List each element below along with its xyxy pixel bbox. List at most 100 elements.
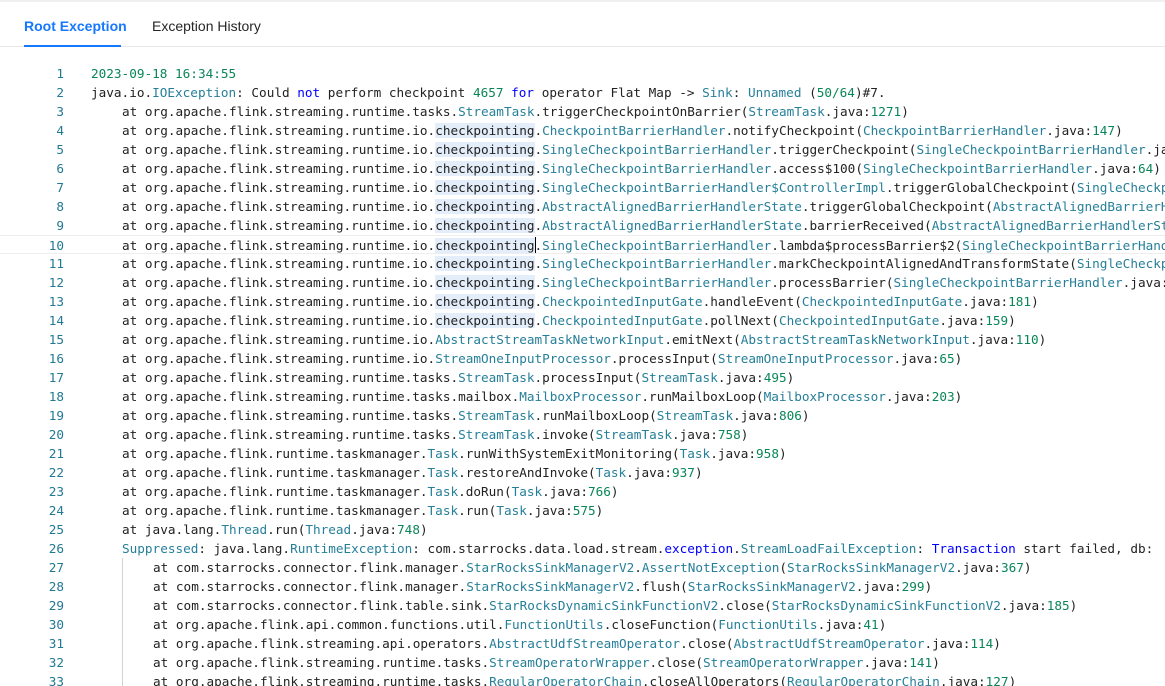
- code-line[interactable]: 8 at org.apache.flink.streaming.runtime.i…: [0, 197, 1165, 216]
- token: .java:: [542, 484, 588, 499]
- token: .handleEvent(: [702, 294, 802, 309]
- token: at org.apache.flink.streaming.runtime.io…: [122, 123, 436, 138]
- code-line[interactable]: 33 at org.apache.flink.streaming.runtime.…: [0, 672, 1165, 686]
- token: .java:: [955, 560, 1001, 575]
- token: .java:: [924, 636, 971, 651]
- token: at org.apache.flink.streaming.runtime.io…: [122, 294, 436, 309]
- line-number: 1: [56, 66, 64, 81]
- code-line[interactable]: 2 java.io.IOException: Could not perform …: [0, 83, 1165, 102]
- code-line[interactable]: 24 at org.apache.flink.runtime.taskmanage…: [0, 501, 1165, 520]
- tab-exception-history[interactable]: Exception History: [152, 3, 261, 46]
- code-line[interactable]: 10 at org.apache.flink.streaming.runtime.…: [0, 235, 1165, 254]
- code-line[interactable]: 12 at org.apache.flink.streaming.runtime.…: [0, 273, 1165, 292]
- token: 65: [939, 351, 955, 366]
- token: StreamOperatorWrapper: [703, 655, 864, 670]
- token: SingleCheckpointBarrierHandler: [1076, 180, 1165, 195]
- token: SingleCheckpointBarrierHandler$Controlle…: [542, 180, 886, 195]
- token: .run(: [267, 522, 306, 537]
- code-line[interactable]: 9 at org.apache.flink.streaming.runtime.i…: [0, 216, 1165, 235]
- line-text: at org.apache.flink.streaming.runtime.io…: [122, 159, 1161, 178]
- code-line[interactable]: 18 at org.apache.flink.streaming.runtime.…: [0, 387, 1165, 406]
- token: .closeAllOperators(: [641, 674, 788, 686]
- code-line[interactable]: 6 at org.apache.flink.streaming.runtime.i…: [0, 159, 1165, 178]
- line-text: at org.apache.flink.streaming.runtime.io…: [122, 236, 1165, 255]
- token: .flush(: [634, 579, 688, 594]
- code-line[interactable]: 3 at org.apache.flink.streaming.runtime.t…: [0, 102, 1165, 121]
- token: CheckpointBarrierHandler: [542, 123, 726, 138]
- token: .restoreAndInvoke(: [458, 465, 596, 480]
- code-line[interactable]: 13 at org.apache.flink.streaming.runtime.…: [0, 292, 1165, 311]
- code-line[interactable]: 26 Suppressed: java.lang.RuntimeException…: [0, 539, 1165, 558]
- line-number: 9: [56, 218, 64, 233]
- token: RegularOperatorChain: [787, 674, 940, 686]
- line-number: 17: [48, 370, 64, 385]
- token: ): [1008, 674, 1017, 686]
- code-line[interactable]: 15 at org.apache.flink.streaming.runtime.…: [0, 330, 1165, 349]
- code-line[interactable]: 19 at org.apache.flink.streaming.runtime.…: [0, 406, 1165, 425]
- token: )#7.: [854, 85, 886, 100]
- code-line[interactable]: 16 at org.apache.flink.streaming.runtime.…: [0, 349, 1165, 368]
- token: 181: [1008, 294, 1032, 309]
- token: .java:: [1046, 123, 1093, 138]
- token: :: [916, 541, 932, 556]
- code-line[interactable]: 7 at org.apache.flink.streaming.runtime.i…: [0, 178, 1165, 197]
- code-line[interactable]: 20 at org.apache.flink.streaming.runtime.…: [0, 425, 1165, 444]
- line-text: at com.starrocks.connector.flink.manager…: [153, 577, 932, 596]
- code-line[interactable]: 22 at org.apache.flink.runtime.taskmanage…: [0, 463, 1165, 482]
- token: .triggerCheckpointOnBarrier(: [534, 104, 749, 119]
- token: 495: [763, 370, 787, 385]
- token: checkpointing: [435, 238, 535, 253]
- token: at org.apache.flink.runtime.taskmanager.: [122, 484, 428, 499]
- token: 367: [1000, 560, 1024, 575]
- code-line[interactable]: 21 at org.apache.flink.runtime.taskmanage…: [0, 444, 1165, 463]
- token: .java:: [1092, 161, 1138, 176]
- line-number: 32: [48, 655, 64, 670]
- token: StarRocksSinkManagerV2: [466, 560, 635, 575]
- code-line[interactable]: 17 at org.apache.flink.streaming.runtime.…: [0, 368, 1165, 387]
- token: ): [901, 104, 909, 119]
- code-line[interactable]: 1 2023-09-18 16:34:55: [0, 64, 1165, 83]
- code-line[interactable]: 23 at org.apache.flink.runtime.taskmanage…: [0, 482, 1165, 501]
- code-line[interactable]: 29 at com.starrocks.connector.flink.table…: [0, 596, 1165, 615]
- code-line[interactable]: 31 at org.apache.flink.streaming.api.oper…: [0, 634, 1165, 653]
- token: 299: [901, 579, 925, 594]
- token: ): [878, 617, 887, 632]
- token: 766: [588, 484, 611, 499]
- code-line[interactable]: 32 at org.apache.flink.streaming.runtime.…: [0, 653, 1165, 672]
- token: .java:: [962, 294, 1009, 309]
- code-line[interactable]: 28 at com.starrocks.connector.flink.manag…: [0, 577, 1165, 596]
- token: RuntimeException: [290, 541, 413, 556]
- token: at org.apache.flink.streaming.runtime.ta…: [153, 655, 490, 670]
- line-text: at org.apache.flink.streaming.runtime.io…: [122, 140, 1165, 159]
- token: .java:: [526, 503, 573, 518]
- token: CheckpointedInputGate: [542, 313, 703, 328]
- line-number: 10: [48, 238, 64, 253]
- code-line[interactable]: 5 at org.apache.flink.streaming.runtime.i…: [0, 140, 1165, 159]
- line-text: at org.apache.flink.streaming.api.operat…: [153, 634, 1001, 653]
- line-text: 2023-09-18 16:34:55: [91, 64, 236, 83]
- token: at org.apache.flink.streaming.runtime.io…: [122, 238, 436, 253]
- line-text: java.io.IOException: Could not perform c…: [91, 83, 886, 102]
- token: at java.lang.: [122, 522, 222, 537]
- code-line[interactable]: 30 at org.apache.flink.api.common.functio…: [0, 615, 1165, 634]
- token: not: [297, 85, 321, 100]
- tab-root-exception[interactable]: Root Exception: [24, 3, 127, 46]
- exception-code-editor[interactable]: 1 2023-09-18 16:34:55 2 java.io.IOException…: [0, 48, 1165, 686]
- code-line[interactable]: 14 at org.apache.flink.streaming.runtime.…: [0, 311, 1165, 330]
- line-text: at org.apache.flink.streaming.runtime.io…: [122, 254, 1165, 273]
- code-line[interactable]: 25 at java.lang.Thread.run(Thread.java:74…: [0, 520, 1165, 539]
- code-line[interactable]: 11 at org.apache.flink.streaming.runtime.…: [0, 254, 1165, 273]
- code-line[interactable]: 4 at org.apache.flink.streaming.runtime.i…: [0, 121, 1165, 140]
- token: CheckpointedInputGate: [801, 294, 963, 309]
- token: at org.apache.flink.streaming.runtime.io…: [122, 199, 436, 214]
- token: Task: [679, 446, 711, 461]
- token: 159: [985, 313, 1009, 328]
- token: .runMailboxLoop(: [641, 389, 764, 404]
- token: SingleCheckpointBarrierHandler: [862, 161, 1093, 176]
- code-line[interactable]: 27 at com.starrocks.connector.flink.manag…: [0, 558, 1165, 577]
- token: Task: [496, 503, 527, 518]
- token: .runMailboxLoop(: [534, 408, 657, 423]
- token: StarRocksSinkManagerV2: [687, 579, 856, 594]
- token: .close(: [718, 598, 772, 613]
- line-number: 21: [48, 446, 64, 461]
